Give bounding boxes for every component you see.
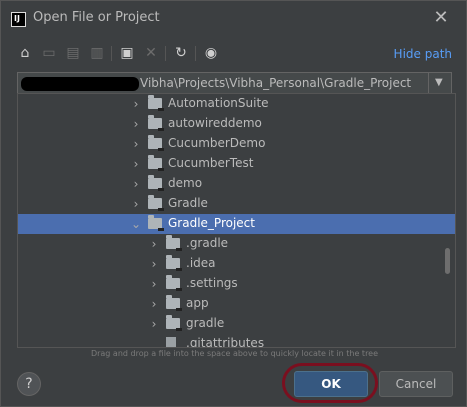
tree-row[interactable]: .gitattributes [18,334,455,348]
folder-icon [166,235,182,251]
hide-path-link[interactable]: Hide path [394,47,452,61]
chevron-down-icon[interactable]: ⌄ [130,216,142,232]
file-tree[interactable]: › AutomationSuite › autowireddemo › CucumberD… [17,93,456,348]
chevron-right-icon[interactable]: › [130,136,142,152]
folder-badge [176,268,182,271]
tree-item-label: .gitattributes [186,336,265,348]
chevron-right-icon[interactable]: › [148,296,160,312]
tree-item-label: CucumberTest [168,156,254,170]
tree-row[interactable]: › Gradle [18,194,455,214]
tree-row[interactable]: › CucumberDemo [18,134,455,154]
ok-button[interactable]: OK [294,371,368,397]
tree-row[interactable]: › demo [18,174,455,194]
chevron-right-icon[interactable]: › [130,156,142,172]
folder-icon [148,155,164,171]
path-value: Vibha\Projects\Vibha_Personal\Gradle_Pro… [140,76,412,90]
help-button[interactable]: ? [17,372,41,396]
chevron-right-icon[interactable]: › [148,316,160,332]
show-hidden-icon[interactable]: ◉ [201,43,221,63]
folder-icon [166,295,182,311]
folder-badge [176,288,182,291]
folder-badge [158,188,164,191]
toolbar-separator [165,46,166,61]
tree-row[interactable]: ⌄ Gradle_Project [18,214,455,234]
tree-scrollbar-thumb[interactable] [445,248,450,274]
folder-badge [158,168,164,171]
tree-item-label: autowireddemo [168,116,262,130]
tree-row[interactable]: › autowireddemo [18,114,455,134]
close-icon: ✕ [433,7,449,28]
toolbar-separator [111,46,112,61]
tree-item-label: .settings [186,276,238,290]
tree-row[interactable]: › gradle [18,314,455,334]
folder-badge [158,208,164,211]
tree-item-label: demo [168,176,203,190]
tree-item-label: CucumberDemo [168,136,266,150]
folder-badge [158,128,164,131]
tree-item-label: app [186,296,209,310]
tree-row[interactable]: › .settings [18,274,455,294]
new-folder-icon[interactable]: ▣ [117,43,137,63]
open-file-dialog: IJ Open File or Project ✕ ⌂ ▭ ▤ ▥ ▣ ✕ ↻ … [0,0,467,407]
folder-icon [148,195,164,211]
redacted-path-segment [21,77,139,91]
tree-item-label: Gradle_Project [168,216,255,230]
cancel-button[interactable]: Cancel [379,371,453,397]
chevron-right-icon[interactable]: › [130,176,142,192]
dialog-title: Open File or Project [33,10,160,25]
tree-row[interactable]: › .gradle [18,234,455,254]
file-icon [166,337,176,347]
tree-item-label: Gradle [168,196,208,210]
folder-icon [148,115,164,131]
folder-icon [148,135,164,151]
toolbar: ⌂ ▭ ▤ ▥ ▣ ✕ ↻ ◉ [15,43,455,65]
tree-row[interactable]: › CucumberTest [18,154,455,174]
folder-icon [148,95,164,111]
folder-badge [158,108,164,111]
folder-icon [166,275,182,291]
desktop-icon[interactable]: ▭ [39,43,59,63]
intellij-app-icon: IJ [11,12,26,27]
chevron-right-icon[interactable]: › [148,256,160,272]
tree-item-label: .idea [186,256,216,270]
drag-drop-hint: Drag and drop a file into the space abov… [90,349,379,358]
close-button[interactable]: ✕ [430,7,452,29]
folder-badge [176,248,182,251]
chevron-right-icon[interactable]: › [130,116,142,132]
tree-item-label: AutomationSuite [168,96,269,110]
module-icon[interactable]: ▥ [87,43,107,63]
folder-icon [166,315,182,331]
delete-icon[interactable]: ✕ [141,43,161,63]
tree-item-label: gradle [186,316,225,330]
folder-badge [158,228,164,231]
tree-row[interactable]: › AutomationSuite [18,94,455,114]
toolbar-separator [195,46,196,61]
chevron-right-icon[interactable]: › [130,196,142,212]
chevron-down-icon: ▼ [435,77,443,88]
folder-icon [148,175,164,191]
tree-item-label: .gradle [186,236,229,250]
title-bar: IJ Open File or Project ✕ [1,1,466,35]
home-icon[interactable]: ⌂ [15,43,35,63]
refresh-icon[interactable]: ↻ [171,43,191,63]
chevron-right-icon[interactable]: › [148,236,160,252]
folder-badge [176,308,182,311]
chevron-right-icon[interactable]: › [148,276,160,292]
folder-badge [158,148,164,151]
folder-icon [148,215,164,231]
tree-row[interactable]: › .idea [18,254,455,274]
folder-icon [166,255,182,271]
project-icon[interactable]: ▤ [63,43,83,63]
chevron-right-icon[interactable]: › [130,96,142,112]
tree-row[interactable]: › app [18,294,455,314]
folder-badge [176,328,182,331]
